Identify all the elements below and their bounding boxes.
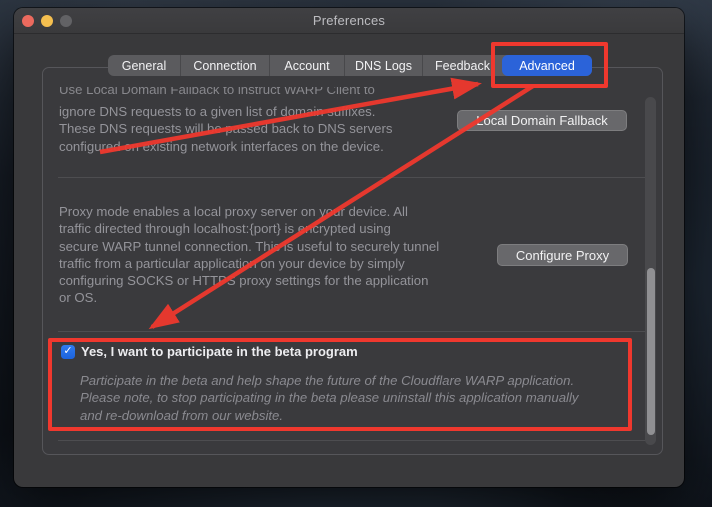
scrollbar-thumb[interactable] [647, 268, 655, 435]
tab-dns-logs[interactable]: DNS Logs [345, 55, 423, 76]
section-divider [58, 177, 648, 178]
annotation-box-advanced-tab [491, 42, 608, 88]
tab-connection[interactable]: Connection [181, 55, 270, 76]
tab-general[interactable]: General [108, 55, 181, 76]
desktop: Preferences General Connection Account D… [0, 0, 712, 507]
configure-proxy-button[interactable]: Configure Proxy [497, 244, 628, 266]
section-divider [58, 440, 648, 441]
annotation-box-beta-section [48, 338, 632, 431]
local-domain-fallback-button[interactable]: Local Domain Fallback [457, 110, 627, 131]
fallback-text-clipped-line: Use Local Domain Fallback to instruct WA… [59, 87, 619, 99]
tab-account[interactable]: Account [270, 55, 345, 76]
window-title: Preferences [14, 13, 684, 28]
fallback-description: ignore DNS requests to a given list of d… [59, 103, 393, 155]
section-divider [58, 331, 648, 332]
proxy-description: Proxy mode enables a local proxy server … [59, 203, 439, 307]
